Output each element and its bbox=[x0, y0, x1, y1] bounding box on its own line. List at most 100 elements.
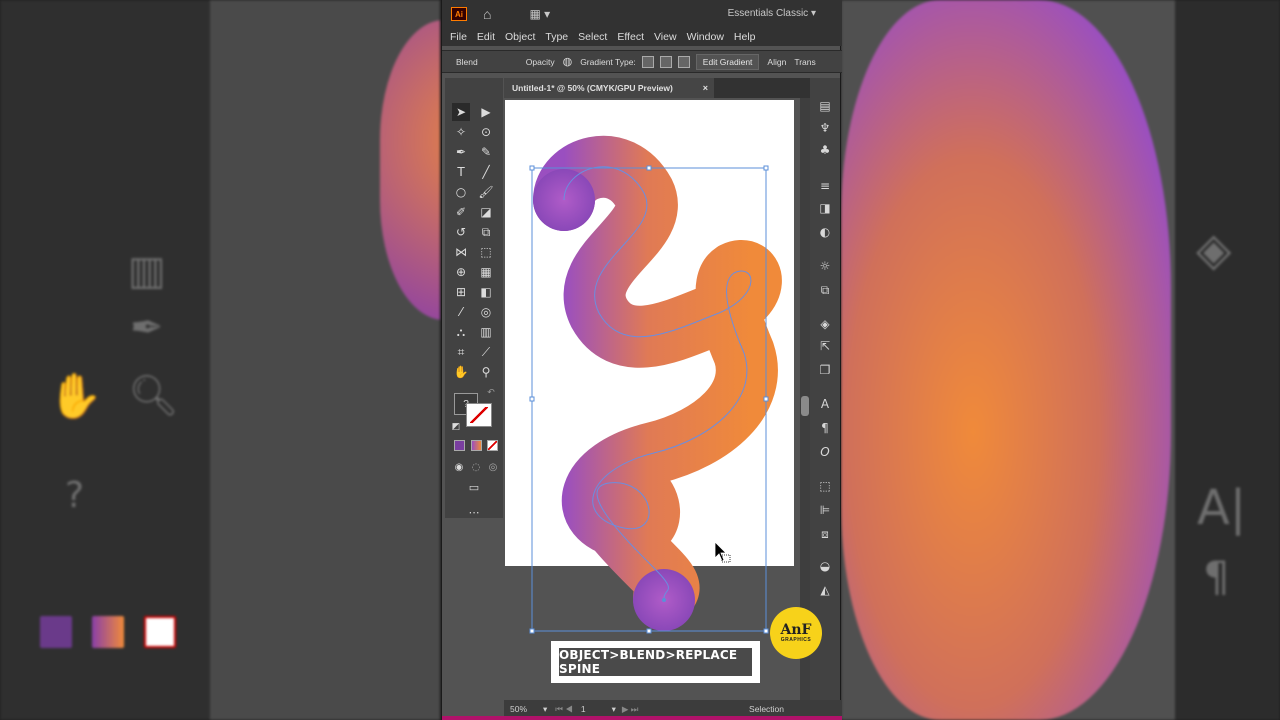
menu-view[interactable]: View bbox=[654, 31, 677, 43]
shaper-tool-icon[interactable]: ✐ bbox=[452, 203, 470, 221]
menu-help[interactable]: Help bbox=[734, 31, 756, 43]
arrange-documents-icon[interactable]: ▦ ▾ bbox=[529, 7, 550, 21]
ellipse-tool-icon[interactable]: ○ bbox=[452, 183, 470, 201]
pen-tool-icon[interactable]: ✒ bbox=[452, 143, 470, 161]
home-icon[interactable]: ⌂ bbox=[483, 6, 491, 22]
perspective-grid-tool-icon[interactable]: ▦ bbox=[477, 263, 495, 281]
transform-label[interactable]: Trans bbox=[794, 57, 815, 67]
slice-tool-icon[interactable]: ⟋ bbox=[477, 343, 495, 361]
taskbar-accent-strip bbox=[442, 716, 842, 720]
edit-gradient-button[interactable]: Edit Gradient bbox=[695, 53, 760, 70]
mesh-tool-icon[interactable]: ⊞ bbox=[452, 283, 470, 301]
close-tab-icon[interactable]: × bbox=[703, 83, 708, 93]
transform-panel-icon[interactable]: ⬚ bbox=[817, 478, 833, 494]
magic-wand-tool-icon[interactable]: ✧ bbox=[452, 123, 470, 141]
selection-tool-icon[interactable]: ➤ bbox=[452, 103, 470, 121]
scrollbar-thumb[interactable] bbox=[801, 396, 809, 416]
radial-gradient-button[interactable] bbox=[659, 55, 672, 68]
zoom-tool-icon[interactable]: ⚲ bbox=[477, 363, 495, 381]
opacity-label[interactable]: Opacity bbox=[526, 57, 555, 67]
appearance-panel-icon[interactable]: ☼ bbox=[817, 258, 833, 274]
panel-dock: ▤ ♆ ♣ ≡ ◨ ◐ ☼ ⧉ ◈ ⇱ ❐ A ¶ O ⬚ ⊫ ⧈ ◒ ◭ bbox=[810, 78, 840, 708]
artboard-number[interactable]: 1 bbox=[581, 704, 586, 714]
paragraph-panel-icon[interactable]: ¶ bbox=[817, 420, 833, 436]
properties-panel-icon[interactable]: ▤ bbox=[817, 98, 833, 114]
blend-tube[interactable] bbox=[533, 135, 782, 629]
free-transform-tool-icon[interactable]: ⬚ bbox=[477, 243, 495, 261]
align-panel-icon[interactable]: ⊫ bbox=[817, 502, 833, 518]
gradient-tool-icon[interactable]: ◧ bbox=[477, 283, 495, 301]
tutorial-caption-text: OBJECT>BLEND>REPLACE SPINE bbox=[557, 646, 754, 678]
menu-select[interactable]: Select bbox=[578, 31, 607, 43]
pathfinder-panel-icon[interactable]: ⧈ bbox=[817, 526, 833, 542]
character-panel-icon[interactable]: A bbox=[817, 396, 833, 412]
document-tab[interactable]: Untitled-1* @ 50% (CMYK/GPU Preview) × bbox=[504, 78, 714, 98]
direct-selection-tool-icon[interactable]: ▶ bbox=[477, 103, 495, 121]
blend-artwork[interactable] bbox=[504, 98, 800, 700]
background-paragraph-icon: ¶ bbox=[1203, 552, 1230, 601]
rotate-tool-icon[interactable]: ↺ bbox=[452, 223, 470, 241]
asset-export-panel-icon[interactable]: ⇱ bbox=[817, 338, 833, 354]
menu-file[interactable]: File bbox=[450, 31, 467, 43]
image-trace-panel-icon[interactable]: ◭ bbox=[817, 582, 833, 598]
paintbrush-tool-icon[interactable]: 🖌︎ bbox=[477, 183, 495, 201]
stroke-panel-icon[interactable]: ≡ bbox=[817, 178, 833, 194]
align-label[interactable]: Align bbox=[767, 57, 786, 67]
artboard-nav-next-icon[interactable]: ▶ ⏭ bbox=[622, 704, 639, 715]
type-tool-icon[interactable]: T bbox=[452, 163, 470, 181]
linear-gradient-button[interactable] bbox=[641, 55, 654, 68]
none-mode-button[interactable] bbox=[487, 440, 498, 451]
graphic-styles-panel-icon[interactable]: ⧉ bbox=[817, 282, 833, 298]
eraser-tool-icon[interactable]: ◪ bbox=[477, 203, 495, 221]
color-mode-button[interactable] bbox=[454, 440, 465, 451]
draw-normal-icon[interactable]: ◉ bbox=[450, 458, 468, 476]
artboard-dropdown-icon[interactable]: ▾ bbox=[612, 704, 616, 715]
artboard-nav-first-icon[interactable]: ⏮ ◀ bbox=[555, 704, 573, 715]
screen-mode-icon[interactable]: ▭ bbox=[465, 478, 483, 496]
brushes-panel-icon[interactable]: ♆ bbox=[817, 120, 833, 136]
opentype-panel-icon[interactable]: O bbox=[817, 444, 833, 460]
draw-behind-icon[interactable]: ◌ bbox=[467, 458, 485, 476]
spine-anchor-point[interactable] bbox=[662, 598, 666, 602]
hand-tool-icon[interactable]: ✋ bbox=[452, 363, 470, 381]
edit-toolbar-icon[interactable]: ⋯ bbox=[465, 503, 483, 521]
freeform-gradient-button[interactable] bbox=[677, 55, 690, 68]
canvas-area[interactable] bbox=[504, 98, 800, 700]
zoom-level[interactable]: 50% bbox=[510, 704, 527, 714]
transparency-panel-icon[interactable]: ◐ bbox=[817, 224, 833, 240]
workspace-switcher[interactable]: Essentials Classic ▾ bbox=[728, 8, 816, 19]
symbols-panel-icon[interactable]: ♣ bbox=[817, 142, 833, 158]
opacity-globe-icon[interactable]: ◍ bbox=[563, 55, 573, 68]
selection-cursor-icon bbox=[714, 541, 727, 562]
scale-tool-icon[interactable]: ⧉ bbox=[477, 223, 495, 241]
background-zoom-icon: 🔍︎ bbox=[128, 373, 179, 419]
menu-type[interactable]: Type bbox=[545, 31, 568, 43]
background-gradient-swatch bbox=[92, 616, 124, 648]
color-guide-panel-icon[interactable]: ◒ bbox=[817, 558, 833, 574]
curvature-tool-icon[interactable]: ✎ bbox=[477, 143, 495, 161]
menu-edit[interactable]: Edit bbox=[477, 31, 495, 43]
lasso-tool-icon[interactable]: ⊙ bbox=[477, 123, 495, 141]
eyedropper-tool-icon[interactable]: ⁄ bbox=[452, 303, 470, 321]
symbol-sprayer-tool-icon[interactable]: ⛬ bbox=[452, 323, 470, 341]
blend-tool-icon[interactable]: ◎ bbox=[477, 303, 495, 321]
width-tool-icon[interactable]: ⋈ bbox=[452, 243, 470, 261]
status-tool-name: Selection bbox=[749, 704, 784, 714]
line-tool-icon[interactable]: ╱ bbox=[477, 163, 495, 181]
menu-effect[interactable]: Effect bbox=[617, 31, 644, 43]
layers-panel-icon[interactable]: ◈ bbox=[817, 316, 833, 332]
gradient-mode-button[interactable] bbox=[471, 440, 482, 451]
zoom-dropdown-icon[interactable]: ▾ bbox=[543, 704, 547, 715]
swap-fill-stroke-icon[interactable]: ↶ bbox=[482, 384, 500, 402]
menu-object[interactable]: Object bbox=[505, 31, 535, 43]
draw-inside-icon[interactable]: ◎ bbox=[484, 458, 502, 476]
menu-window[interactable]: Window bbox=[687, 31, 724, 43]
default-fill-stroke-icon[interactable]: ◩ bbox=[447, 418, 465, 436]
artboards-panel-icon[interactable]: ❐ bbox=[817, 362, 833, 378]
shape-builder-tool-icon[interactable]: ⊕ bbox=[452, 263, 470, 281]
menu-bar: File Edit Object Type Select Effect View… bbox=[442, 28, 842, 46]
artboard-tool-icon[interactable]: ⌗ bbox=[452, 343, 470, 361]
stroke-color-swatch[interactable] bbox=[466, 403, 492, 427]
column-graph-tool-icon[interactable]: ▥ bbox=[477, 323, 495, 341]
gradient-panel-icon[interactable]: ◨ bbox=[817, 200, 833, 216]
